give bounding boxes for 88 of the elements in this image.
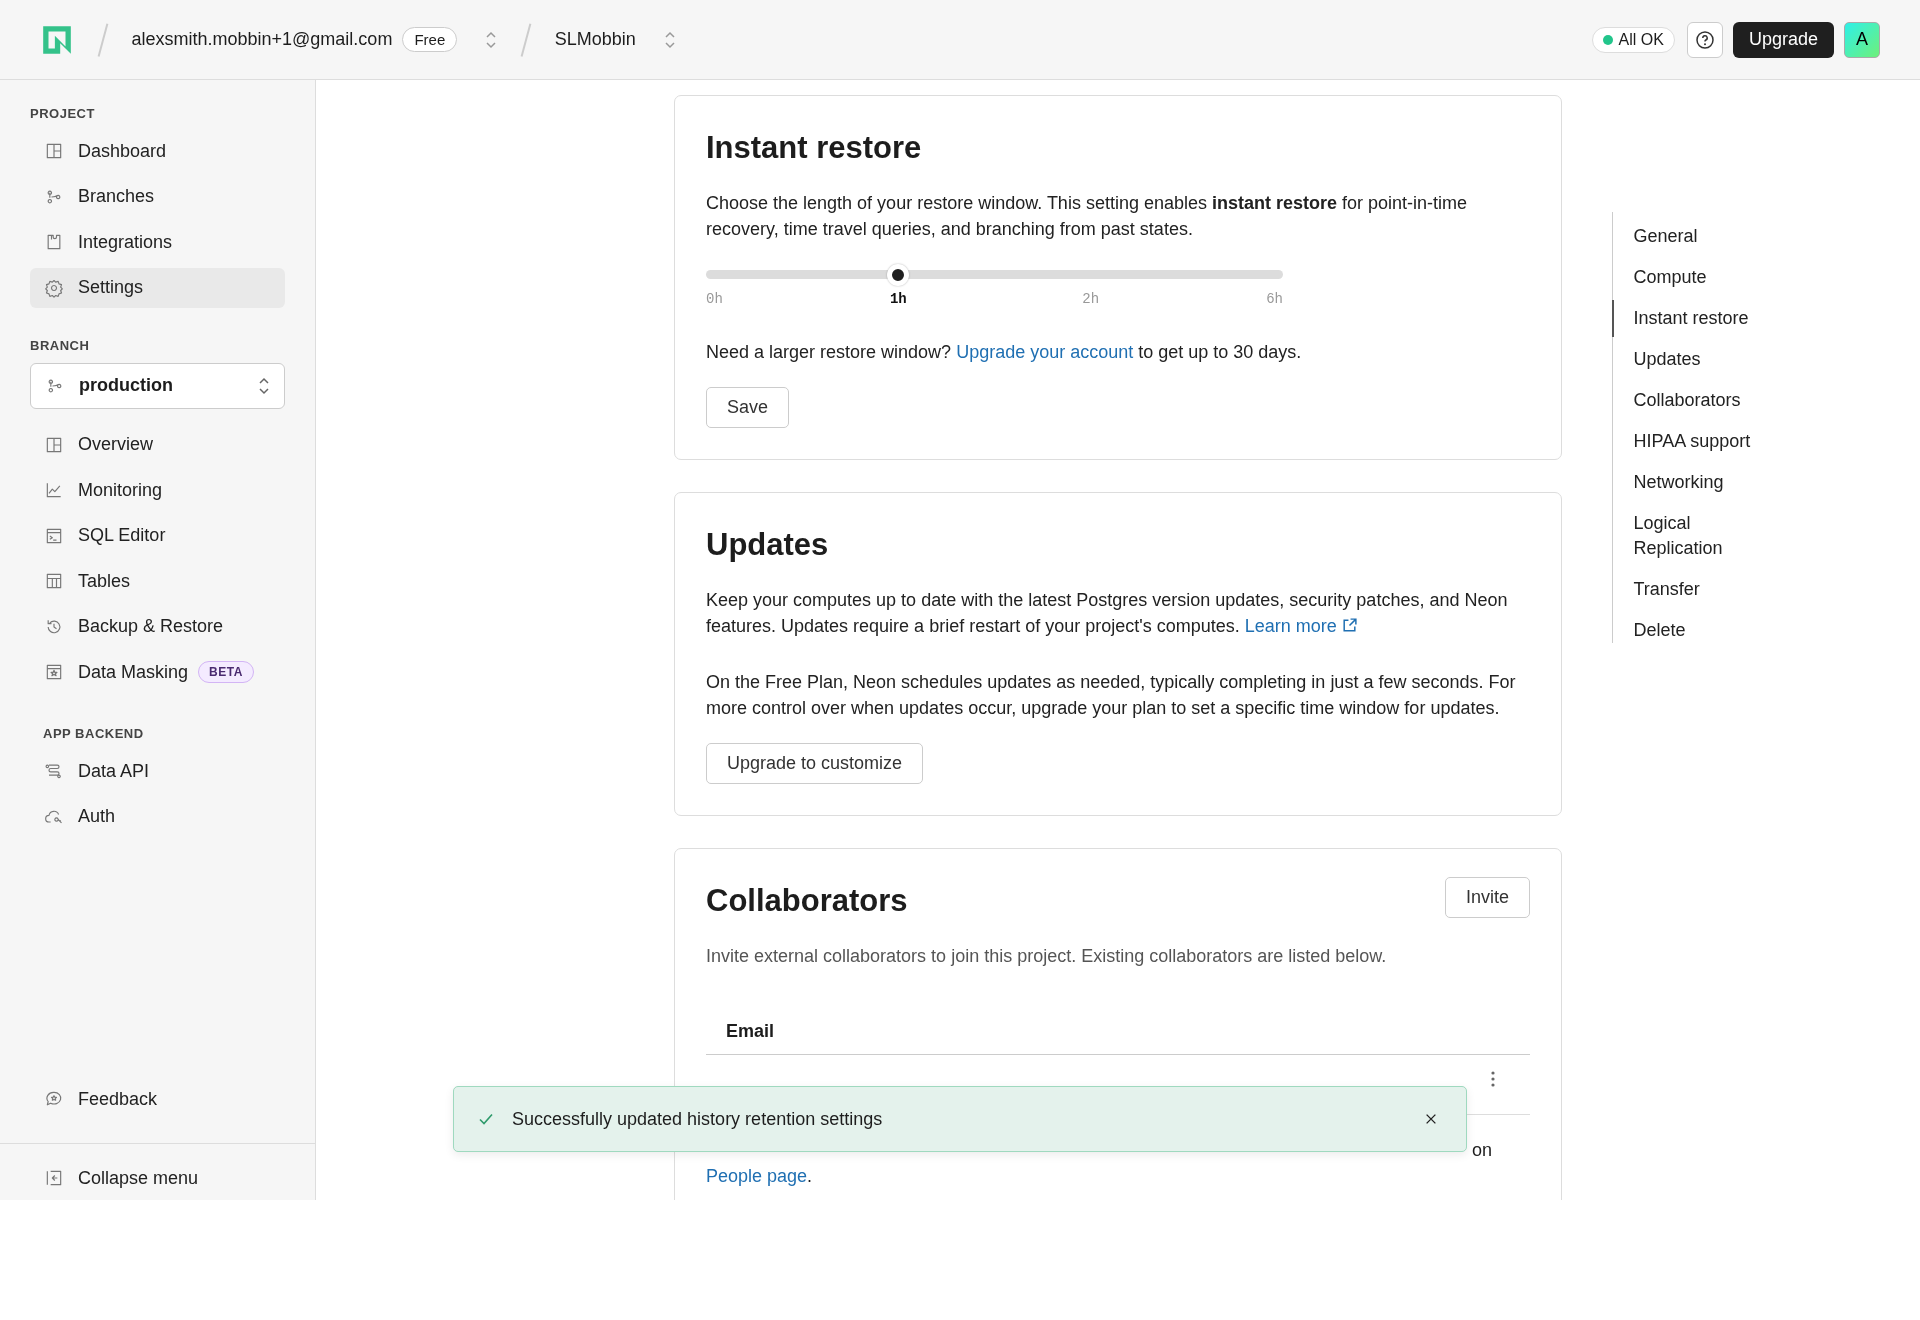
item-label: Branches bbox=[78, 186, 155, 207]
section-heading: BRANCH bbox=[30, 337, 91, 353]
beta-badge: BETA bbox=[198, 661, 254, 683]
card-description: Choose the length of your restore window. This setting enables instant restore for point-in-time recovery, time travel queries, and branching from past states. bbox=[706, 192, 1469, 241]
sidebar-item[interactable]: Backup & Restore bbox=[30, 606, 285, 647]
upgrade-customize-button[interactable]: Upgrade to customize bbox=[706, 743, 924, 784]
tick-label: 2h bbox=[1082, 291, 1100, 307]
learn-more-link[interactable]: Learn more bbox=[1244, 616, 1358, 636]
section-nav-link[interactable]: Instant restore bbox=[1611, 300, 1784, 337]
upsell-text: Need a larger restore window? Upgrade your account to get up to 30 days. bbox=[706, 341, 1303, 364]
tick-label: 0h bbox=[706, 291, 723, 307]
card-title: Updates bbox=[706, 527, 830, 563]
sidebar-item[interactable]: SQL Editor bbox=[30, 515, 285, 556]
sidebar-footer-item[interactable]: Feedback bbox=[30, 1079, 285, 1119]
sidebar-item[interactable]: Overview bbox=[30, 424, 285, 465]
sidebar-item[interactable]: Data API bbox=[30, 751, 285, 791]
item-label: Data API bbox=[78, 760, 150, 782]
item-label: Overview bbox=[78, 434, 153, 455]
avatar[interactable]: A bbox=[1844, 21, 1880, 58]
status-pill[interactable]: All OK bbox=[1591, 26, 1675, 53]
sidebar-item[interactable]: Branches bbox=[30, 176, 285, 217]
branch-name: production bbox=[79, 375, 174, 396]
settings-icon bbox=[44, 277, 64, 298]
section-nav-link[interactable]: General bbox=[1611, 218, 1784, 255]
sidebar-item[interactable]: Monitoring bbox=[30, 470, 285, 510]
section-heading: APP BACKEND bbox=[42, 726, 145, 741]
people-page-text: People page. bbox=[706, 1165, 814, 1188]
card-title: Collaborators bbox=[706, 883, 908, 919]
save-button[interactable]: Save bbox=[706, 387, 790, 428]
table-icon bbox=[44, 571, 64, 591]
more-icon[interactable] bbox=[1490, 1069, 1496, 1089]
card-title: Instant restore bbox=[706, 130, 923, 166]
close-icon[interactable] bbox=[1424, 1112, 1438, 1126]
star-window-icon bbox=[44, 662, 64, 682]
item-label: Auth bbox=[78, 806, 116, 827]
upgrade-button[interactable]: Upgrade bbox=[1732, 21, 1834, 58]
item-label: Collapse menu bbox=[78, 1167, 199, 1189]
chart-icon bbox=[44, 480, 64, 500]
plan-note: On the Free Plan, Neon schedules updates as needed, typically completing in just a few seconds. For more control over when updates occur, upgrade your plan to set a specific time window for updates. bbox=[706, 671, 1517, 720]
status-label: All OK bbox=[1618, 30, 1664, 49]
sidebar-item[interactable]: Integrations bbox=[30, 222, 285, 262]
section-heading: PROJECT bbox=[30, 106, 96, 121]
section-nav-link[interactable]: Transfer bbox=[1611, 571, 1784, 608]
toast-message: Successfully updated history retention settings bbox=[512, 1108, 884, 1130]
section-nav-link[interactable]: Collaborators bbox=[1611, 382, 1784, 419]
account-name: alexsmith.mobbin+1@gmail.com bbox=[131, 29, 393, 50]
external-link-icon bbox=[1340, 617, 1358, 634]
item-label: Monitoring bbox=[78, 479, 163, 501]
sidebar-item[interactable]: Settings bbox=[30, 267, 285, 308]
card-description: Invite external collaborators to join this project. Existing collaborators are listed below. bbox=[706, 945, 1388, 968]
item-label: Backup & Restore bbox=[78, 616, 224, 637]
section-nav-link[interactable]: Logical Replication bbox=[1611, 505, 1784, 567]
section-nav-link[interactable]: Compute bbox=[1611, 259, 1784, 296]
item-label: Feedback bbox=[78, 1088, 158, 1110]
chevron-updown-icon bbox=[258, 375, 270, 396]
item-label: Integrations bbox=[78, 231, 173, 253]
sidebar-item[interactable]: Tables bbox=[30, 561, 285, 601]
section-nav-link[interactable]: Networking bbox=[1611, 464, 1784, 501]
collapse-icon bbox=[44, 1168, 64, 1188]
help-button[interactable] bbox=[1686, 21, 1723, 58]
column-header: Email bbox=[726, 1021, 775, 1041]
section-nav-link[interactable]: Delete bbox=[1611, 612, 1784, 649]
tick-label: 6h bbox=[1266, 291, 1283, 307]
chevron-updown-icon[interactable] bbox=[485, 29, 498, 50]
layout-icon bbox=[44, 141, 64, 161]
tick-label: 1h bbox=[889, 291, 907, 307]
check-icon bbox=[478, 1111, 494, 1127]
section-nav-link[interactable]: Updates bbox=[1611, 341, 1784, 378]
item-label: Settings bbox=[78, 277, 144, 298]
sidebar-item[interactable]: Data Masking BETA bbox=[30, 652, 285, 692]
sidebar-item[interactable]: Auth bbox=[30, 796, 285, 837]
item-label: Tables bbox=[78, 570, 131, 592]
chevron-updown-icon[interactable] bbox=[663, 29, 676, 50]
help-icon bbox=[1694, 29, 1715, 50]
upgrade-link[interactable]: Upgrade your account bbox=[956, 342, 1134, 362]
card-description: Keep your computes up to date with the latest Postgres version updates, security patches, and Neon features. Updates require a brief restart of your project's computes. Learn more bbox=[706, 589, 1509, 638]
item-label: Data Masking bbox=[78, 661, 189, 683]
sidebar-item[interactable]: Dashboard bbox=[30, 131, 285, 171]
invite-button[interactable]: Invite bbox=[1444, 877, 1530, 918]
people-page-link[interactable]: People page bbox=[706, 1166, 808, 1186]
owner-note-tail: on bbox=[1471, 1139, 1493, 1162]
item-label: SQL Editor bbox=[78, 525, 166, 546]
branch-selector[interactable]: production bbox=[30, 362, 285, 409]
sidebar-footer-item[interactable]: Collapse menu bbox=[0, 1143, 315, 1194]
plan-badge: Free bbox=[402, 27, 458, 52]
project-name: SLMobbin bbox=[554, 29, 636, 50]
section-nav-link[interactable]: HIPAA support bbox=[1611, 423, 1784, 460]
item-label: Dashboard bbox=[78, 140, 167, 162]
